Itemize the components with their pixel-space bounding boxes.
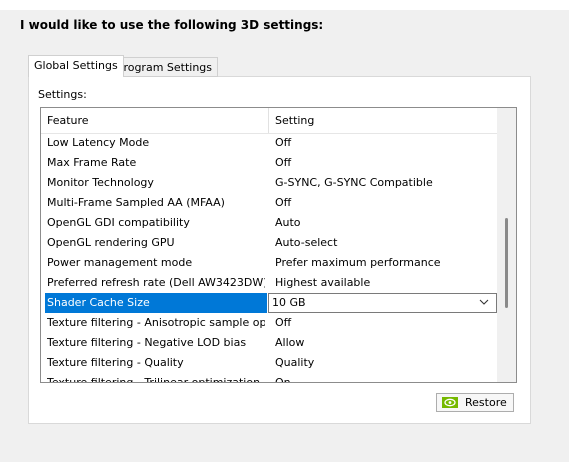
section-heading: I would like to use the following 3D set… <box>20 18 324 32</box>
feature-name: Texture filtering - Trilinear optimizati… <box>47 376 261 383</box>
feature-name: Preferred refresh rate (Dell AW3423DW) <box>47 276 265 289</box>
nvidia-logo-icon <box>442 397 458 408</box>
tab-program-settings[interactable]: Program Settings <box>112 57 219 77</box>
table-row[interactable]: Texture filtering - Negative LOD bias All… <box>41 333 497 353</box>
settings-grid: Feature Setting Low Latency Mode Off Max F… <box>40 107 517 383</box>
setting-value: Off <box>275 196 292 209</box>
restore-button[interactable]: Restore <box>436 393 514 412</box>
setting-value: Highest available <box>275 276 371 289</box>
setting-value[interactable]: 10 GB <box>272 296 306 309</box>
table-row[interactable]: Preferred refresh rate (Dell AW3423DW) Hi… <box>41 273 497 293</box>
feature-name: Low Latency Mode <box>47 136 150 149</box>
feature-name: Monitor Technology <box>47 176 154 189</box>
setting-value: Auto-select <box>275 236 338 249</box>
setting-value: Off <box>275 316 292 329</box>
feature-name: Power management mode <box>47 256 193 269</box>
setting-value: Off <box>275 136 292 149</box>
feature-name: Texture filtering - Negative LOD bias <box>47 336 247 349</box>
table-row[interactable]: Multi-Frame Sampled AA (MFAA) Off <box>41 193 497 213</box>
table-row[interactable]: Monitor Technology G-SYNC, G-SYNC Compati… <box>41 173 497 193</box>
table-row[interactable]: Shader Cache Size 10 GB <box>41 293 497 313</box>
feature-name: OpenGL GDI compatibility <box>47 216 190 229</box>
table-row[interactable]: Max Frame Rate Off <box>41 153 497 173</box>
setting-value: Off <box>275 156 292 169</box>
setting-value: Prefer maximum performance <box>275 256 441 269</box>
feature-name: Texture filtering - Anisotropic sample o… <box>47 316 265 329</box>
table-row[interactable]: Low Latency Mode Off <box>41 133 497 153</box>
setting-value: On <box>275 376 291 383</box>
vertical-scrollbar[interactable] <box>497 108 516 382</box>
settings-rows: Low Latency Mode Off Max Frame Rate Off Moni… <box>41 133 497 383</box>
feature-name: Max Frame Rate <box>47 156 137 169</box>
column-divider[interactable] <box>268 108 269 133</box>
column-header-setting[interactable]: Setting <box>275 114 314 127</box>
feature-name: Shader Cache Size <box>47 296 150 309</box>
table-row[interactable]: Texture filtering - Anisotropic sample o… <box>41 313 497 333</box>
chevron-down-icon[interactable] <box>478 296 490 308</box>
settings-label: Settings: <box>38 88 87 101</box>
restore-label: Restore <box>465 396 507 409</box>
setting-value: G-SYNC, G-SYNC Compatible <box>275 176 433 189</box>
setting-value: Allow <box>275 336 305 349</box>
feature-name: Multi-Frame Sampled AA (MFAA) <box>47 196 225 209</box>
table-row[interactable]: OpenGL rendering GPU Auto-select <box>41 233 497 253</box>
setting-value: Auto <box>275 216 301 229</box>
table-row[interactable]: Power management mode Prefer maximum perf… <box>41 253 497 273</box>
tab-global-settings[interactable]: Global Settings <box>28 55 124 77</box>
feature-name: Texture filtering - Quality <box>47 356 184 369</box>
column-header-feature[interactable]: Feature <box>47 114 89 127</box>
feature-name: OpenGL rendering GPU <box>47 236 175 249</box>
table-row[interactable]: OpenGL GDI compatibility Auto <box>41 213 497 233</box>
setting-value: Quality <box>275 356 315 369</box>
table-row[interactable]: Texture filtering - Trilinear optimizati… <box>41 373 497 383</box>
table-row[interactable]: Texture filtering - Quality Quality <box>41 353 497 373</box>
grid-header: Feature Setting <box>41 108 497 134</box>
scrollbar-thumb[interactable] <box>505 218 508 308</box>
